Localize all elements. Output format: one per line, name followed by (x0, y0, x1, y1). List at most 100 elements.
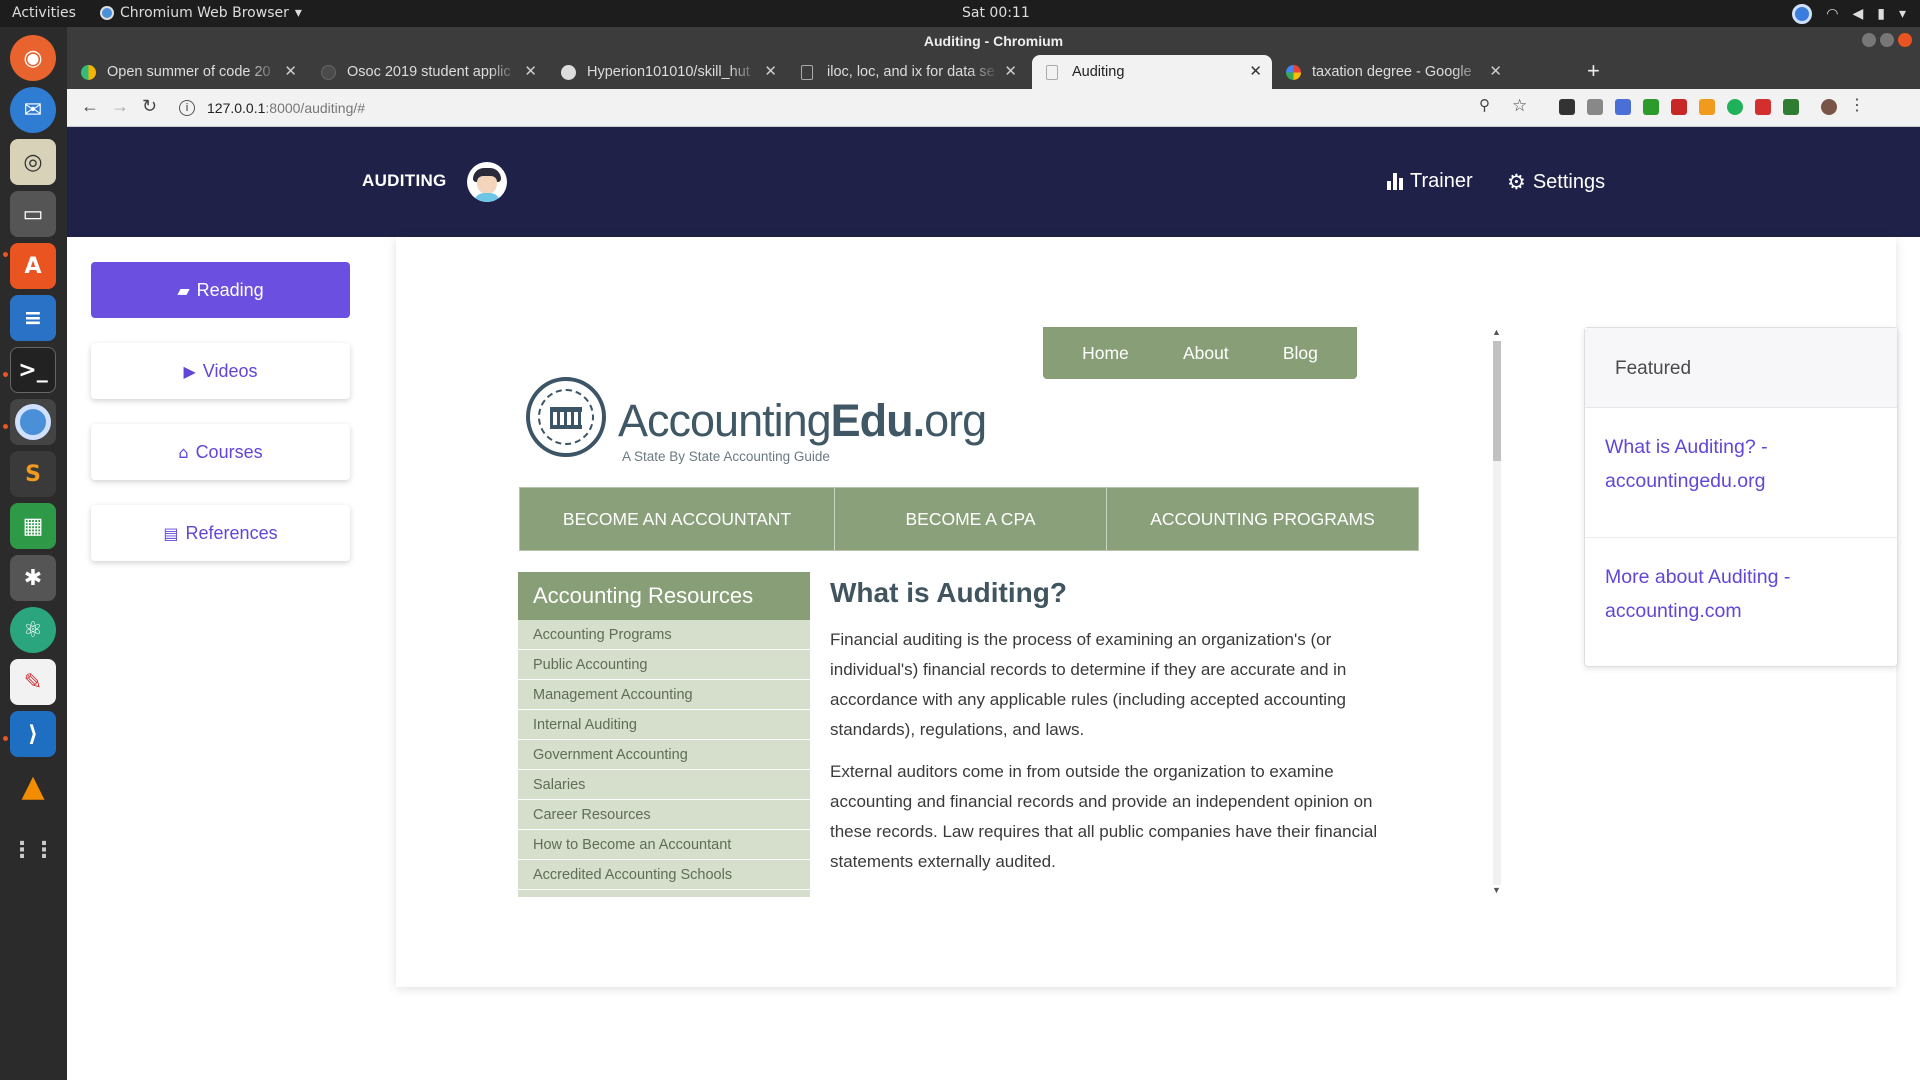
tab-osoc[interactable]: Open summer of code 20 ✕ (67, 55, 307, 89)
tab-osoc-application[interactable]: Osoc 2019 student applic ✕ (307, 55, 547, 89)
tab-close-icon[interactable]: ✕ (764, 55, 777, 89)
new-tab-button[interactable]: + (1587, 58, 1600, 84)
resource-link[interactable]: Management Accounting (518, 680, 810, 710)
url-host: 127.0.0.1 (207, 100, 266, 116)
resource-link[interactable]: Salaries (518, 770, 810, 800)
rhythmbox-icon[interactable]: ◎ (10, 139, 56, 185)
battery-icon: ▮ (1877, 6, 1885, 22)
window-title: Auditing - Chromium (923, 33, 1064, 49)
forward-icon[interactable]: → (111, 96, 129, 117)
thunderbird-icon[interactable]: ✉ (10, 87, 56, 133)
pdf-viewer-icon[interactable]: ✎ (10, 659, 56, 705)
extension-icon[interactable] (1587, 99, 1603, 115)
zoom-icon[interactable]: ⚲ (1479, 96, 1490, 114)
extension-icon[interactable] (1559, 99, 1575, 115)
software-center-icon[interactable]: A (10, 243, 56, 289)
files-icon[interactable]: ▭ (10, 191, 56, 237)
resource-link[interactable]: Accounting Programs (518, 620, 810, 650)
category-become-accountant[interactable]: BECOME AN ACCOUNTANT (520, 488, 835, 550)
resource-link[interactable]: Internal Auditing (518, 710, 810, 740)
app-navbar: AUDITING Trainer ⚙ Settings (67, 127, 1920, 237)
category-become-cpa[interactable]: BECOME A CPA (835, 488, 1107, 550)
tab-title: taxation degree - Google (1312, 64, 1472, 80)
writer-icon[interactable]: ≡ (10, 295, 56, 341)
clock[interactable]: Sat 00:11 (962, 5, 1030, 21)
tab-github[interactable]: Hyperion101010/skill_hut ✕ (547, 55, 787, 89)
calc-icon[interactable]: ▦ (10, 503, 56, 549)
resource-link[interactable]: Public Accounting (518, 650, 810, 680)
translate-icon[interactable] (1615, 99, 1631, 115)
maximize-button[interactable] (1880, 33, 1894, 47)
sidebar-references-button[interactable]: ▤ References (91, 505, 350, 561)
close-window-button[interactable] (1898, 33, 1912, 47)
brand-title[interactable]: AUDITING (362, 171, 447, 191)
tab-close-icon[interactable]: ✕ (1489, 55, 1502, 89)
reload-icon[interactable]: ↻ (142, 96, 157, 117)
tab-close-icon[interactable]: ✕ (524, 55, 537, 89)
show-apps-icon[interactable]: ⋮⋮ (10, 827, 56, 873)
tab-iloc[interactable]: iloc, loc, and ix for data se ✕ (787, 55, 1027, 89)
tab-taxation[interactable]: taxation degree - Google ✕ (1272, 55, 1512, 89)
menu-icon[interactable]: ⋮ (1849, 98, 1865, 115)
resource-link[interactable] (518, 890, 810, 897)
sidebar-reading-button[interactable]: ▰ Reading (91, 262, 350, 318)
tab-auditing[interactable]: Auditing ✕ (1032, 55, 1272, 89)
resource-link[interactable]: Government Accounting (518, 740, 810, 770)
vscode-icon[interactable]: ⟩ (10, 711, 56, 757)
tab-close-icon[interactable]: ✕ (284, 55, 297, 89)
back-icon[interactable]: ← (81, 96, 99, 117)
tab-close-icon[interactable]: ✕ (1004, 55, 1017, 89)
check-extension-icon[interactable] (1643, 99, 1659, 115)
vlc-icon[interactable]: ▲ (10, 763, 56, 809)
resource-link[interactable]: Career Resources (518, 800, 810, 830)
extension-icon[interactable] (1699, 99, 1715, 115)
chromium-dock-icon[interactable] (10, 399, 56, 445)
site-nav-home[interactable]: Home (1082, 343, 1129, 364)
nav-trainer-link[interactable]: Trainer (1387, 170, 1473, 193)
address-bar[interactable]: i 127.0.0.1:8000/auditing/# (179, 93, 1549, 123)
nav-settings-link[interactable]: ⚙ Settings (1507, 170, 1605, 194)
sidebar-videos-button[interactable]: ▶ Videos (91, 343, 350, 399)
resource-link[interactable]: Accredited Accounting Schools (518, 860, 810, 890)
activities-button[interactable]: Activities (12, 5, 76, 21)
scroll-up-icon[interactable]: ▲ (1492, 327, 1501, 337)
book-icon: ▰ (177, 280, 190, 300)
site-logo-text[interactable]: AccountingEdu.org (618, 395, 987, 447)
sidebar-courses-button[interactable]: ⌂ Courses (91, 424, 350, 480)
scroll-thumb[interactable] (1493, 341, 1501, 461)
site-nav-blog[interactable]: Blog (1283, 343, 1318, 364)
settings-tool-icon[interactable]: ✱ (10, 555, 56, 601)
embedded-article-frame[interactable]: Home About Blog AccountingEdu.org A Stat… (516, 327, 1486, 897)
system-tray[interactable]: ◠ ◀ ▮ ▾ (1792, 4, 1906, 24)
profile-avatar[interactable] (1821, 99, 1837, 115)
terminal-icon[interactable]: >_ (10, 347, 56, 393)
site-nav-about[interactable]: About (1183, 343, 1229, 364)
info-icon[interactable]: i (179, 100, 195, 116)
app-menu-label: Chromium Web Browser (120, 5, 289, 21)
app-menu[interactable]: Chromium Web Browser ▾ (100, 5, 302, 21)
atom-icon[interactable]: ⚛ (10, 607, 56, 653)
bookmark-star-icon[interactable]: ☆ (1512, 96, 1527, 116)
github-icon (561, 65, 576, 80)
tab-strip: Open summer of code 20 ✕ Osoc 2019 stude… (67, 55, 1920, 89)
chrome-indicator-icon[interactable] (1792, 4, 1813, 24)
window-title-bar: Auditing - Chromium (67, 27, 1920, 55)
minimize-button[interactable] (1862, 33, 1876, 47)
featured-link-accountingedu[interactable]: What is Auditing? - accountingedu.org (1585, 408, 1897, 538)
frame-scrollbar[interactable]: ▲ ▼ (1489, 327, 1505, 899)
firefox-icon[interactable]: ◉ (10, 35, 56, 81)
category-accounting-programs[interactable]: ACCOUNTING PROGRAMS (1107, 488, 1418, 550)
resource-link[interactable]: How to Become an Accountant (518, 830, 810, 860)
tab-close-icon[interactable]: ✕ (1249, 55, 1262, 89)
scroll-down-icon[interactable]: ▼ (1492, 885, 1501, 895)
extension-icon[interactable] (1671, 99, 1687, 115)
featured-link-accounting-com[interactable]: More about Auditing - accounting.com (1585, 538, 1897, 668)
extension-icon[interactable] (1755, 99, 1771, 115)
site-seal-logo[interactable] (526, 377, 606, 457)
grammarly-icon[interactable] (1727, 99, 1743, 115)
extension-icon[interactable] (1783, 99, 1799, 115)
sublime-icon[interactable]: S (10, 451, 56, 497)
category-bar: BECOME AN ACCOUNTANT BECOME A CPA ACCOUN… (519, 487, 1419, 551)
tab-title: Hyperion101010/skill_hut (587, 64, 750, 80)
avatar (467, 162, 507, 202)
